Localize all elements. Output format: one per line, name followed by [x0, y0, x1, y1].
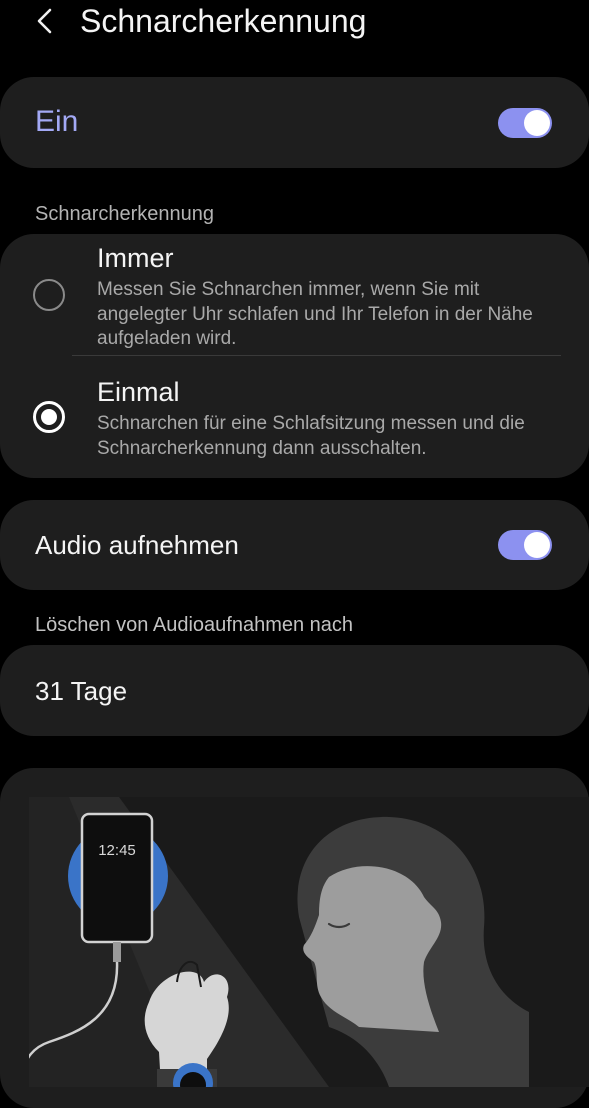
phone-time: 12:45 [98, 842, 136, 859]
mode-options-card: Immer Messen Sie Schnarchen immer, wenn … [0, 234, 589, 478]
chevron-left-icon [37, 8, 52, 34]
delete-section-label: Löschen von Audioaufnahmen nach [35, 614, 354, 636]
toggle-knob [524, 532, 550, 558]
option-immer[interactable]: Immer Messen Sie Schnarchen immer, wenn … [0, 234, 589, 354]
back-button[interactable] [28, 4, 62, 38]
option-title: Immer [97, 243, 174, 273]
radio-button-einmal[interactable] [33, 401, 65, 433]
option-description: Messen Sie Schnarchen immer, wenn Sie mi… [97, 279, 533, 349]
audio-record-toggle[interactable] [498, 530, 552, 560]
page-title: Schnarcherkennung [80, 3, 367, 39]
master-switch-label: Ein [35, 105, 79, 138]
option-title: Einmal [97, 377, 180, 407]
master-switch-row[interactable]: Ein [0, 77, 589, 168]
option-einmal[interactable]: Einmal Schnarchen für eine Schlafsitzung… [0, 356, 589, 478]
radio-button-immer[interactable] [33, 279, 65, 311]
audio-record-label: Audio aufnehmen [35, 530, 239, 560]
illustration-card: 12:45 [0, 768, 589, 1108]
audio-record-row[interactable]: Audio aufnehmen [0, 500, 589, 590]
master-toggle[interactable] [498, 108, 552, 138]
toggle-knob [524, 110, 550, 136]
delete-after-value: 31 Tage [35, 676, 128, 706]
app-header: Schnarcherkennung [0, 0, 589, 44]
phone-icon [80, 812, 154, 944]
option-description: Schnarchen für eine Schlafsitzung messen… [97, 413, 525, 459]
mode-section-label: Schnarcherkennung [35, 203, 215, 225]
snoring-illustration: 12:45 [29, 797, 589, 1087]
delete-after-row[interactable]: 31 Tage [0, 645, 589, 736]
